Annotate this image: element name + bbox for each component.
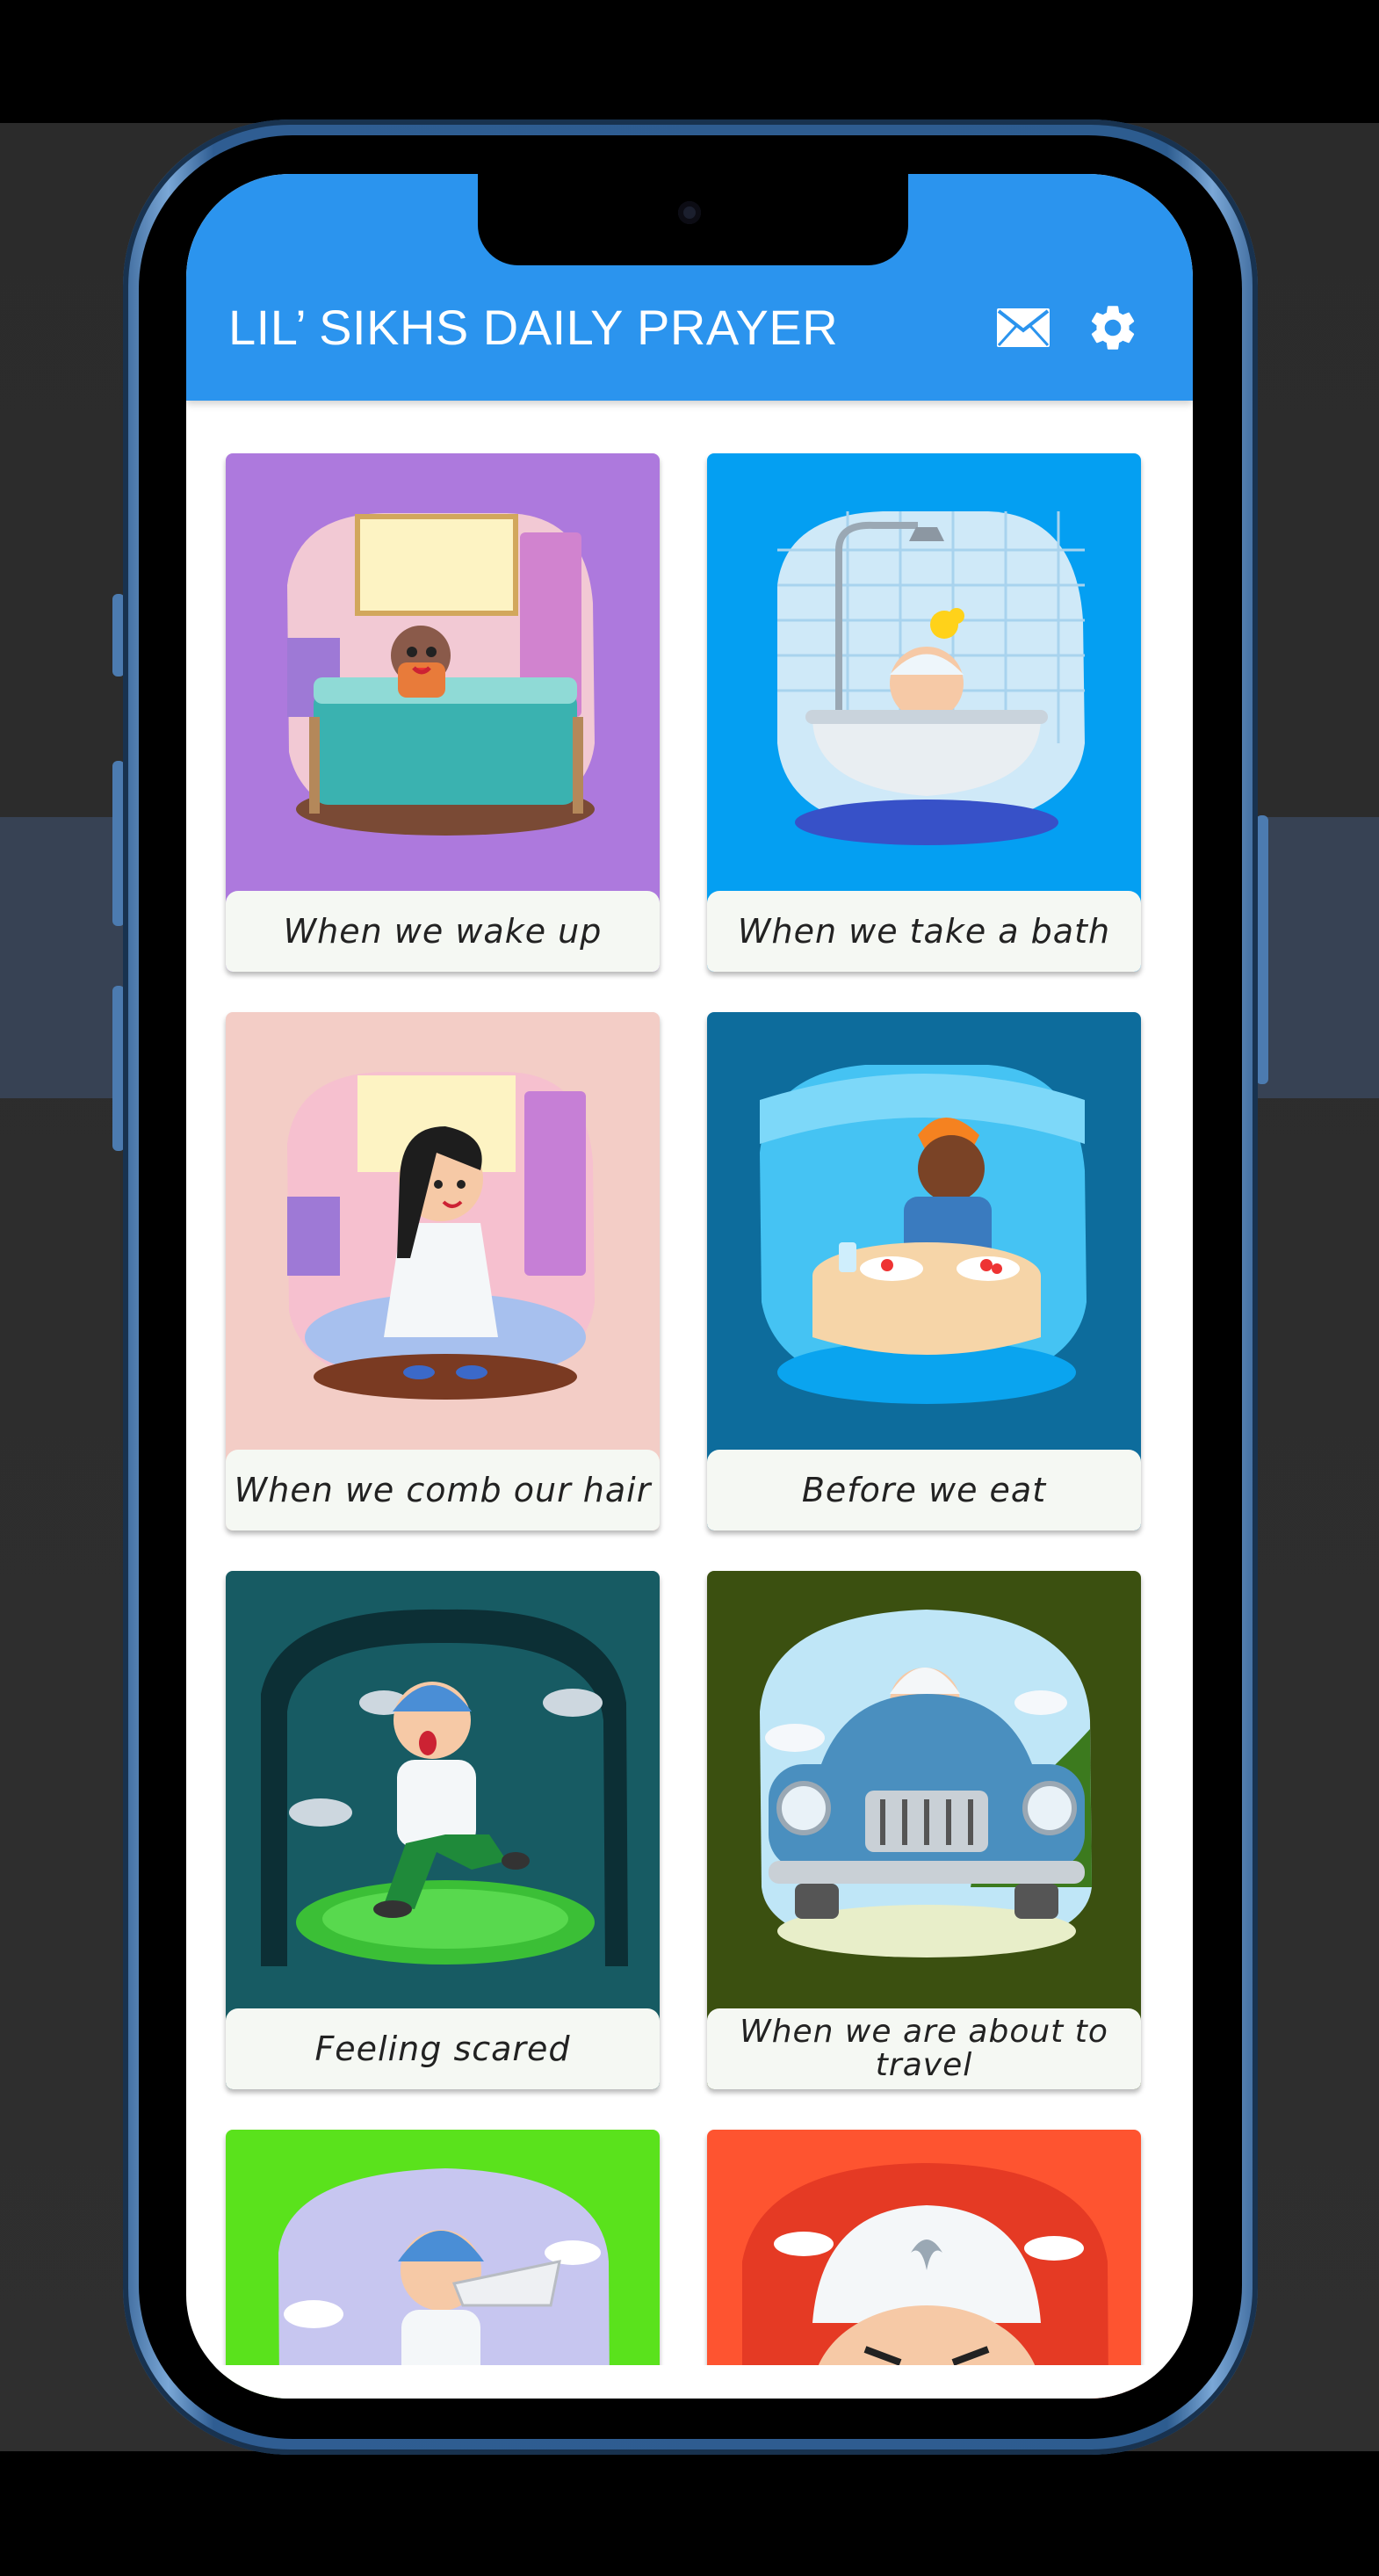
camera-icon (678, 201, 701, 224)
power-button (1256, 815, 1268, 1084)
feeling-scared-illustration (261, 1609, 628, 1966)
card-label: When we take a bath (707, 891, 1141, 972)
device-mockup: LIL’ SIKHS DAILY PRAYER When we wake up … (0, 0, 1379, 2576)
angry-illustration (742, 2163, 1109, 2399)
card-bath[interactable]: When we take a bath (707, 453, 1141, 972)
mail-button[interactable] (993, 297, 1054, 358)
settings-button[interactable] (1082, 297, 1144, 358)
bottom-safe-area (186, 2365, 1193, 2399)
card-wake-up[interactable]: When we wake up (226, 453, 660, 972)
gear-icon (1091, 306, 1135, 350)
mail-icon (997, 308, 1050, 347)
card-before-eat[interactable]: Before we eat (707, 1012, 1141, 1530)
card-angry[interactable] (707, 2130, 1141, 2399)
card-label: When we wake up (226, 891, 660, 972)
card-comb-hair[interactable]: When we comb our hair (226, 1012, 660, 1530)
comb-hair-illustration (287, 1072, 595, 1400)
before-eat-illustration (760, 1065, 1087, 1404)
sneeze-illustration (278, 2168, 610, 2399)
card-feeling-scared[interactable]: Feeling scared (226, 1571, 660, 2089)
app-title: LIL’ SIKHS DAILY PRAYER (228, 300, 839, 355)
card-label: When we are about to travel (707, 2008, 1141, 2089)
card-sneeze[interactable] (226, 2130, 660, 2399)
notch (478, 174, 908, 265)
card-label: When we comb our hair (226, 1450, 660, 1530)
bath-illustration (777, 511, 1085, 845)
card-travel[interactable]: When we are about to travel (707, 1571, 1141, 2089)
travel-illustration (760, 1610, 1092, 1957)
app-screen: LIL’ SIKHS DAILY PRAYER When we wake up … (186, 174, 1193, 2399)
card-label: Feeling scared (226, 2008, 660, 2089)
card-label: Before we eat (707, 1450, 1141, 1530)
wake-up-illustration (287, 513, 595, 836)
